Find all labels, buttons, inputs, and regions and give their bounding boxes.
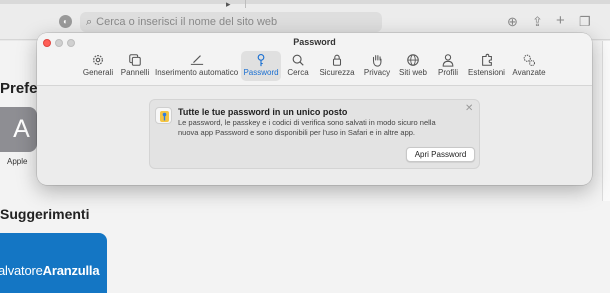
download-icon[interactable]: ⊕ xyxy=(507,14,518,30)
pencil-field-icon xyxy=(155,51,238,68)
suggestion-card[interactable]: alvatoreAranzulla xyxy=(0,233,107,293)
person-icon xyxy=(435,51,461,68)
tab-sicurezza[interactable]: Sicurezza xyxy=(318,51,356,81)
privacy-report-icon[interactable]: ◐ xyxy=(59,15,72,28)
cursor-arrow-icon: ▸ xyxy=(226,0,231,9)
tab-estensioni[interactable]: Estensioni xyxy=(468,51,505,81)
tab-password[interactable]: Password xyxy=(241,51,281,81)
tab-overview-icon[interactable]: ❐ xyxy=(579,14,591,30)
key-icon xyxy=(241,51,281,68)
suggestions-heading: Suggerimenti xyxy=(0,206,90,222)
tab-label: Avanzate xyxy=(512,68,546,77)
tabs-icon xyxy=(120,51,150,68)
tab-bar-strip xyxy=(0,0,610,4)
gears-icon xyxy=(510,51,548,68)
tab-label: Siti web xyxy=(398,68,427,77)
suggestion-card-text-bold: Aranzulla xyxy=(42,263,100,278)
banner-title: Tutte le tue password in un unico posto xyxy=(178,107,348,117)
preferences-toolbar: Password Generali Pannelli Inserimento a… xyxy=(37,33,592,86)
globe-icon xyxy=(398,51,428,68)
address-bar[interactable]: ⌕ xyxy=(80,12,382,32)
banner-description: Le password, le passkey e i codici di ve… xyxy=(178,118,436,137)
tab-label: Pannelli xyxy=(120,68,150,77)
suggestion-card-text: alvatoreAranzulla xyxy=(0,263,100,278)
puzzle-icon xyxy=(468,51,505,68)
tab-siti-web[interactable]: Siti web xyxy=(398,51,428,81)
tab-label: Privacy xyxy=(363,68,391,77)
tab-label: Sicurezza xyxy=(319,68,355,77)
tab-pannelli[interactable]: Pannelli xyxy=(120,51,150,81)
passwords-app-banner: Tutte le tue password in un unico posto … xyxy=(149,99,480,169)
tab-label: Estensioni xyxy=(468,68,505,77)
toolbar-divider xyxy=(245,0,246,8)
tab-profili[interactable]: Profili xyxy=(435,51,461,81)
tab-cerca[interactable]: Cerca xyxy=(285,51,311,81)
open-passwords-button[interactable]: Apri Password xyxy=(406,147,475,162)
preferences-window: Password Generali Pannelli Inserimento a… xyxy=(37,33,592,185)
gear-icon xyxy=(82,51,114,68)
hand-icon xyxy=(362,51,392,68)
new-tab-icon[interactable]: + xyxy=(556,12,565,29)
tab-label: Cerca xyxy=(287,68,309,77)
tab-generali[interactable]: Generali xyxy=(82,51,114,81)
search-icon: ⌕ xyxy=(86,15,93,28)
tab-inserimento-automatico[interactable]: Inserimento automatico xyxy=(155,51,238,81)
tab-label: Generali xyxy=(82,68,114,77)
passwords-app-icon xyxy=(155,107,172,124)
share-icon[interactable]: ⇪ xyxy=(532,14,543,30)
preferences-content: Tutte le tue password in un unico posto … xyxy=(37,87,592,185)
tab-avanzate[interactable]: Avanzate xyxy=(510,51,548,81)
right-edge-content xyxy=(594,41,610,293)
tab-label: Profili xyxy=(437,68,458,77)
tab-privacy[interactable]: Privacy xyxy=(362,51,392,81)
suggestion-card-text-regular: alvatore xyxy=(0,263,43,278)
tab-label: Inserimento automatico xyxy=(155,68,239,77)
search-icon xyxy=(285,51,311,68)
favorite-tile-label: Apple xyxy=(7,157,28,166)
window-title: Password xyxy=(293,37,336,47)
right-edge-card xyxy=(602,41,610,201)
tab-label: Password xyxy=(243,68,279,77)
lock-icon xyxy=(318,51,356,68)
close-icon[interactable]: ✕ xyxy=(465,103,473,114)
address-input[interactable] xyxy=(96,16,367,28)
favorite-tile-apple[interactable]: A xyxy=(0,107,37,152)
